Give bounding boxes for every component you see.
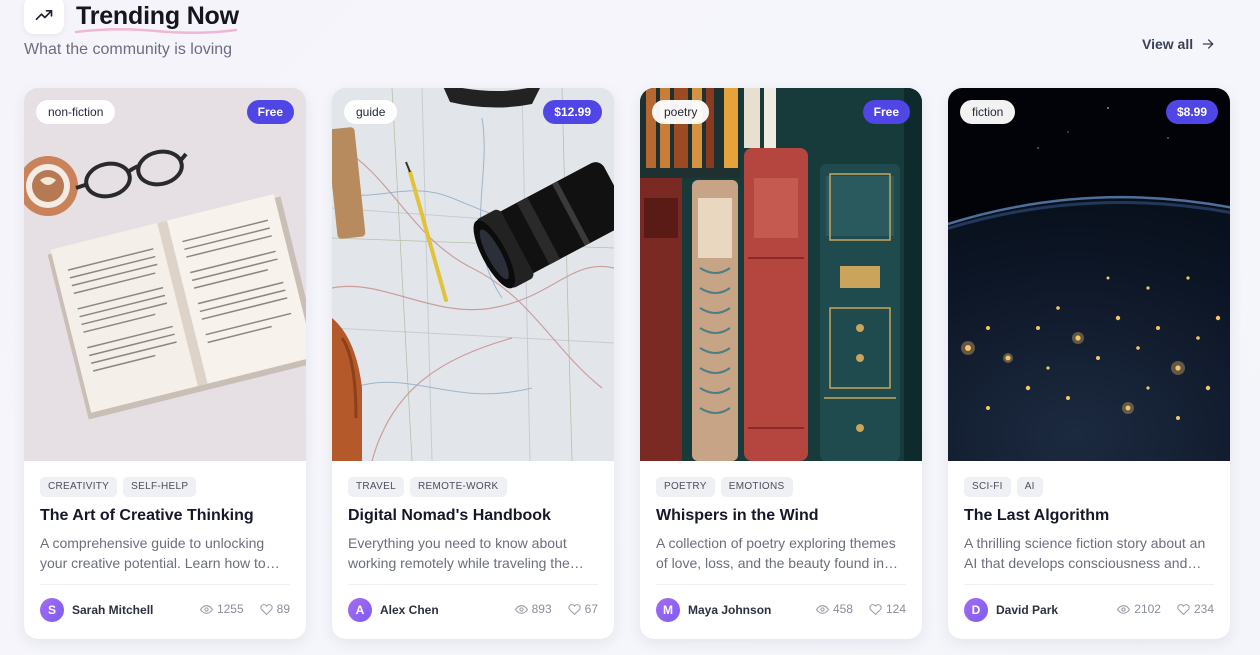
book-card[interactable]: non-fiction Free CREATIVITY SELF-HELP Th… (24, 88, 306, 639)
author-avatar[interactable]: S (40, 598, 64, 622)
category-chip: non-fiction (36, 100, 116, 124)
eye-icon (514, 604, 528, 614)
trending-up-icon (24, 0, 64, 34)
author-name[interactable]: Sarah Mitchell (72, 603, 153, 617)
category-chip: fiction (960, 100, 1016, 124)
heart-icon[interactable] (869, 603, 882, 616)
card-divider (40, 584, 290, 585)
price-badge: Free (246, 100, 294, 124)
card-stats: 893 67 (514, 602, 598, 616)
card-stats: 1255 89 (199, 602, 290, 616)
price-badge: $8.99 (1165, 100, 1218, 124)
eye-icon (199, 604, 213, 614)
view-all-label: View all (1142, 36, 1194, 52)
book-cover-image: poetry Free (640, 88, 922, 461)
category-chip: guide (344, 100, 398, 124)
author-avatar[interactable]: M (656, 598, 680, 622)
tag-chip[interactable]: CREATIVITY (40, 477, 118, 497)
book-description: A thrilling science fiction story about … (964, 535, 1206, 571)
card-divider (964, 584, 1214, 585)
author-avatar[interactable]: A (348, 598, 372, 622)
book-cover-image: non-fiction Free (24, 88, 306, 461)
card-divider (656, 584, 906, 585)
section-subtitle: What the community is loving (24, 41, 233, 58)
views-count: 458 (832, 602, 853, 616)
tag-chip[interactable]: REMOTE-WORK (409, 477, 507, 497)
views-count: 1255 (216, 602, 244, 616)
title-underline (74, 27, 238, 35)
book-title[interactable]: The Art of Creative Thinking (40, 507, 296, 525)
book-description: Everything you need to know about workin… (348, 535, 584, 571)
trending-section: Trending Now What the community is lovin… (0, 0, 1260, 655)
tag-chip[interactable]: TRAVEL (348, 477, 404, 497)
tag-chip[interactable]: SCI-FI (964, 477, 1011, 497)
book-description: A comprehensive guide to unlocking your … (40, 535, 280, 571)
author-name[interactable]: Alex Chen (380, 603, 439, 617)
likes-count: 124 (885, 602, 906, 616)
heart-icon[interactable] (259, 603, 273, 616)
view-all-link[interactable]: View all (1142, 36, 1215, 52)
book-cover-image: fiction $8.99 (948, 88, 1230, 461)
author-avatar[interactable]: D (964, 598, 988, 622)
author-name[interactable]: Maya Johnson (688, 603, 771, 617)
price-badge: $12.99 (543, 100, 602, 124)
tag-list: TRAVEL REMOTE-WORK (348, 477, 507, 497)
author-name[interactable]: David Park (996, 603, 1058, 617)
book-description: A collection of poetry exploring themes … (656, 535, 899, 571)
tag-chip[interactable]: POETRY (656, 477, 715, 497)
heart-icon[interactable] (1177, 603, 1190, 616)
card-stats: 2102 234 (1117, 602, 1214, 616)
card-divider (348, 584, 598, 585)
eye-icon (1117, 604, 1131, 614)
tag-list: CREATIVITY SELF-HELP (40, 477, 197, 497)
card-stats: 458 124 (815, 602, 906, 616)
price-badge: Free (862, 100, 910, 124)
tag-chip[interactable]: EMOTIONS (720, 477, 793, 497)
views-count: 893 (531, 602, 552, 616)
views-count: 2102 (1134, 602, 1161, 616)
arrow-right-icon (1202, 39, 1214, 49)
tag-list: SCI-FI AI (964, 477, 1043, 497)
book-title[interactable]: Whispers in the Wind (656, 507, 912, 525)
book-card[interactable]: poetry Free POETRY EMOTIONS Whispers in … (640, 88, 922, 639)
tag-list: POETRY EMOTIONS (656, 477, 793, 497)
category-chip: poetry (652, 100, 710, 124)
eye-icon (815, 604, 829, 614)
likes-count: 67 (584, 602, 598, 616)
heart-icon[interactable] (567, 603, 581, 616)
book-card[interactable]: fiction $8.99 SCI-FI AI The Last Algorit… (948, 88, 1230, 639)
book-title[interactable]: The Last Algorithm (964, 507, 1220, 525)
tag-chip[interactable]: SELF-HELP (123, 477, 197, 497)
likes-count: 234 (1193, 602, 1214, 616)
book-card[interactable]: guide $12.99 TRAVEL REMOTE-WORK Digital … (332, 88, 614, 639)
likes-count: 89 (276, 602, 290, 616)
tag-chip[interactable]: AI (1016, 477, 1043, 497)
book-cover-image: guide $12.99 (332, 88, 614, 461)
book-title[interactable]: Digital Nomad's Handbook (348, 507, 604, 525)
